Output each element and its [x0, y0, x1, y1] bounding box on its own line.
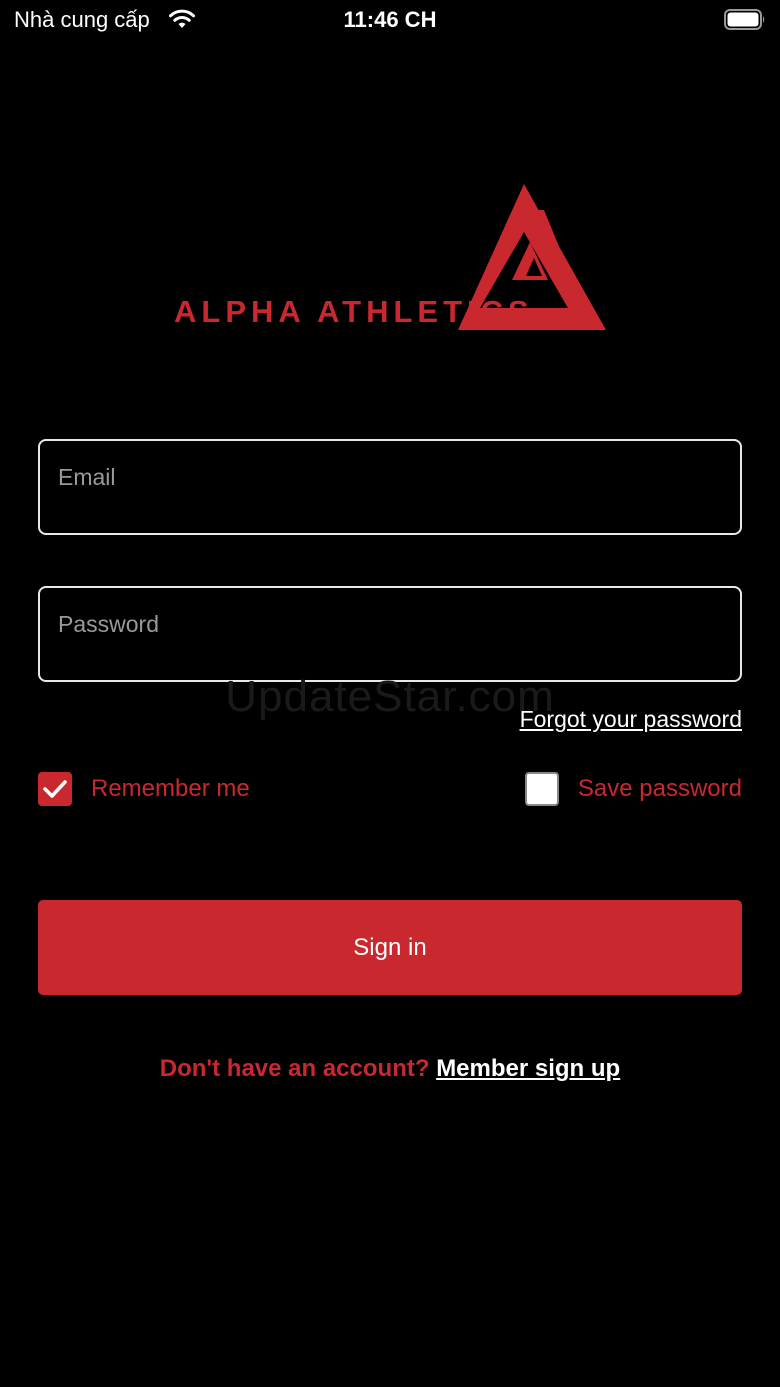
battery-icon [724, 9, 765, 30]
checkbox-checked[interactable] [38, 772, 72, 806]
signup-prompt: Don't have an account? [159, 1055, 430, 1082]
status-bar: Nhà cung cấp 11:46 CH [0, 0, 780, 40]
password-input[interactable] [40, 588, 740, 680]
signup-row: Don't have an account? Member sign up [0, 1055, 780, 1083]
email-field-container [38, 439, 742, 535]
checkmark-icon [43, 780, 67, 798]
member-sign-up-link[interactable]: Member sign up [436, 1055, 620, 1082]
forgot-password-link[interactable]: Forgot your password [520, 706, 742, 733]
remember-me-label: Remember me [91, 775, 250, 802]
email-input[interactable] [40, 441, 740, 533]
logo-text: ALPHA ATHLETICS [174, 294, 534, 329]
checkbox-unchecked[interactable] [524, 772, 559, 806]
save-password-label: Save password [577, 775, 742, 802]
remember-me-checkbox[interactable]: Remember me [38, 772, 250, 806]
password-field-container [38, 586, 742, 682]
sign-in-button[interactable]: Sign in [38, 900, 742, 995]
alpha-athletics-logo: ALPHA ATHLETICS [172, 180, 612, 340]
sign-in-label: Sign in [353, 933, 427, 961]
clock: 11:46 CH [343, 7, 437, 32]
save-password-checkbox[interactable]: Save password [524, 772, 742, 806]
